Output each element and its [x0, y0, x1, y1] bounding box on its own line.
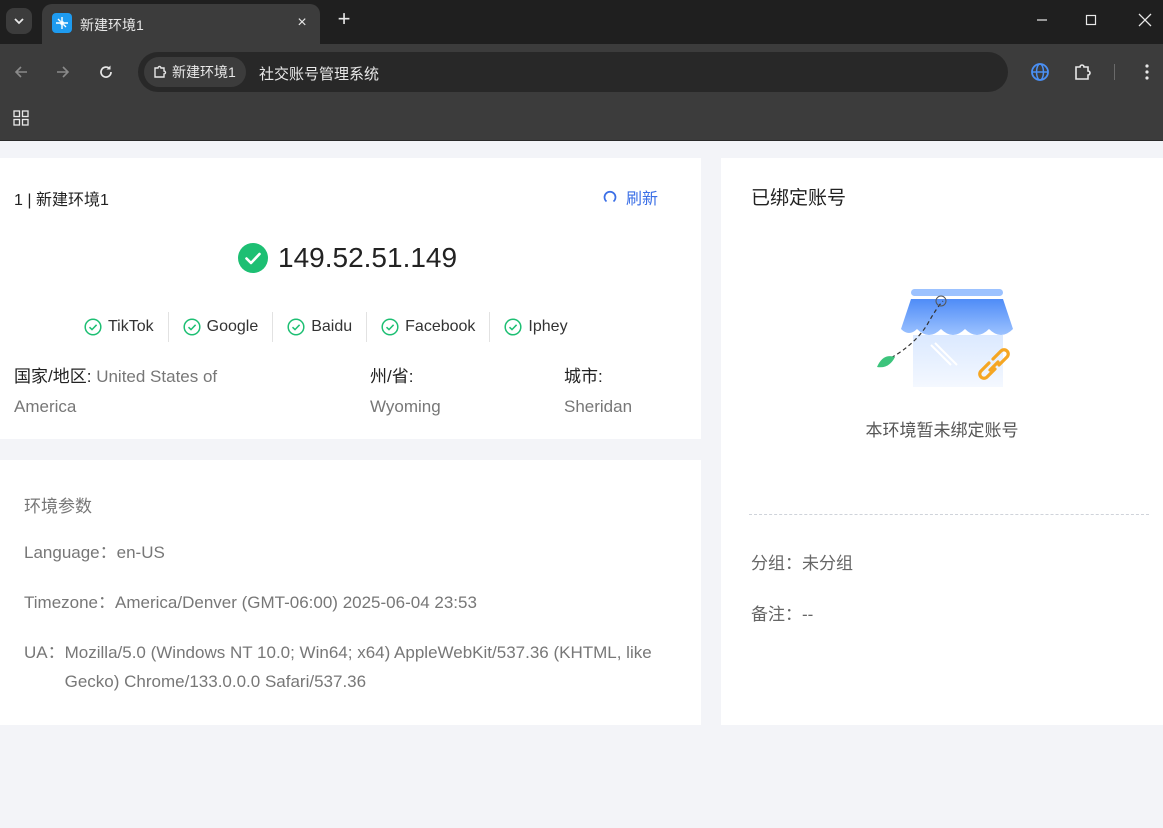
site-check-baidu[interactable]: Baidu	[273, 318, 366, 336]
refresh-icon	[603, 190, 617, 203]
apps-grid-button[interactable]	[10, 107, 32, 129]
arrow-right-icon	[57, 66, 70, 78]
url-text: 社交账号管理系统	[259, 66, 380, 83]
site-label: Iphey	[528, 318, 568, 335]
globe-icon	[1031, 63, 1049, 81]
minimize-icon	[1037, 19, 1047, 21]
forward-button[interactable]	[49, 58, 77, 86]
timezone-value: America/Denver (GMT-06:00) 2025-06-04 23…	[115, 593, 477, 612]
bound-accounts-title: 已绑定账号	[751, 188, 847, 209]
environment-card: 1 | 新建环境1 刷新 149.52.51.149 TikTok Google…	[0, 158, 701, 439]
empty-shop-link-illustration	[877, 289, 1013, 387]
city-label: 城市:	[564, 367, 603, 386]
group-value: 未分组	[802, 554, 853, 573]
site-check-iphey[interactable]: Iphey	[490, 318, 581, 336]
back-button[interactable]	[7, 58, 35, 86]
site-label: Google	[206, 318, 259, 335]
bookmarks-bar	[0, 100, 1163, 141]
param-language: Language：en-US	[24, 538, 165, 567]
environment-params-card: 环境参数 Language：en-US Timezone：America/Den…	[0, 460, 701, 725]
state-value: Wyoming	[370, 397, 441, 416]
ip-address: 149.52.51.149	[278, 242, 458, 273]
extension-puzzle-icon	[1075, 64, 1091, 80]
group-label: 分组：	[751, 554, 802, 573]
extensions-button[interactable]	[1069, 58, 1097, 86]
close-icon	[1138, 13, 1152, 27]
country-value-line1: United States of	[96, 367, 218, 386]
refresh-button[interactable]: 刷新	[602, 185, 658, 209]
state-label: 州/省:	[370, 367, 414, 386]
note-label: 备注：	[751, 605, 802, 624]
ip-status: 149.52.51.149	[238, 242, 457, 274]
check-circle-outline-icon	[287, 318, 305, 336]
extension-puzzle-icon	[154, 65, 167, 78]
close-window-button[interactable]	[1127, 6, 1163, 34]
app-favicon-icon	[52, 13, 72, 33]
note-field: 备注：--	[751, 600, 813, 625]
param-ua: UA： Mozilla/5.0 (Windows NT 10.0; Win64;…	[24, 638, 684, 696]
maximize-button[interactable]	[1073, 6, 1109, 34]
browser-titlebar: 新建环境1 × +	[0, 0, 1163, 44]
check-circle-outline-icon	[504, 318, 522, 336]
bound-accounts-card: 已绑定账号 本环境暂未绑定账号 分组：未分组 备注：--	[721, 158, 1163, 725]
chip-label: 新建环境1	[172, 64, 236, 80]
site-check-tiktok[interactable]: TikTok	[70, 318, 168, 336]
language-label: Language：	[24, 543, 117, 562]
empty-state-text: 本环境暂未绑定账号	[865, 421, 1019, 440]
param-timezone: Timezone：America/Denver (GMT-06:00) 2025…	[24, 588, 477, 617]
browser-tab[interactable]: 新建环境1 ×	[42, 4, 320, 44]
note-value: --	[802, 605, 814, 624]
dashed-divider	[749, 514, 1149, 515]
site-check-facebook[interactable]: Facebook	[367, 318, 489, 336]
check-circle-outline-icon	[84, 318, 102, 336]
site-label: Facebook	[405, 318, 476, 335]
maximize-icon	[1085, 14, 1097, 26]
refresh-label: 刷新	[626, 191, 659, 208]
site-label: TikTok	[108, 318, 154, 335]
check-circle-icon	[238, 243, 268, 273]
reload-icon	[100, 65, 112, 78]
new-tab-button[interactable]: +	[332, 8, 356, 32]
tab-search-button[interactable]	[6, 8, 32, 34]
chevron-down-icon	[14, 18, 24, 25]
group-field: 分组：未分组	[751, 549, 853, 574]
menu-button[interactable]	[1133, 58, 1161, 86]
environment-title: 1 | 新建环境1	[14, 192, 109, 209]
arrow-left-icon	[14, 66, 27, 78]
country-label: 国家/地区:	[14, 367, 92, 386]
check-circle-outline-icon	[381, 318, 399, 336]
city-value: Sheridan	[564, 397, 633, 416]
tab-close-button[interactable]: ×	[292, 13, 312, 33]
minimize-button[interactable]	[1024, 6, 1060, 34]
country-value-line2: America	[14, 397, 77, 416]
reload-button[interactable]	[92, 58, 120, 86]
translate-button[interactable]	[1026, 58, 1054, 86]
site-check-list: TikTok Google Baidu Facebook Iphey	[70, 312, 582, 342]
site-chip[interactable]: 新建环境1	[144, 57, 246, 87]
check-circle-outline-icon	[183, 318, 201, 336]
city-field: 城市: Sheridan	[564, 362, 632, 422]
browser-toolbar: 新建环境1 社交账号管理系统	[0, 44, 1163, 100]
params-title: 环境参数	[24, 497, 92, 516]
ua-label: UA：	[24, 643, 65, 662]
site-check-google[interactable]: Google	[169, 318, 273, 336]
toolbar-divider	[1114, 64, 1115, 80]
state-field: 州/省: Wyoming	[370, 362, 441, 422]
country-field: 国家/地区: United States of America	[14, 362, 314, 422]
site-label: Baidu	[311, 318, 353, 335]
apps-grid-icon	[13, 110, 29, 126]
timezone-label: Timezone：	[24, 593, 116, 612]
address-bar[interactable]: 新建环境1 社交账号管理系统	[138, 52, 1008, 92]
tab-title: 新建环境1	[80, 17, 144, 33]
ua-value: Mozilla/5.0 (Windows NT 10.0; Win64; x64…	[64, 643, 652, 691]
language-value: en-US	[116, 543, 165, 562]
more-vertical-icon	[1145, 64, 1149, 80]
